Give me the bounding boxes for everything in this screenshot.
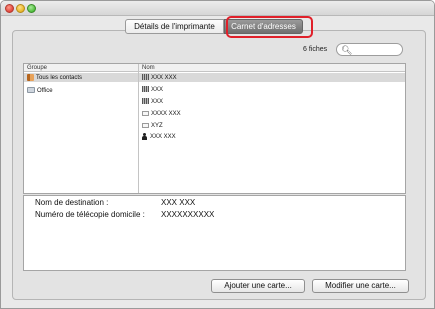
- home-fax-label: Numéro de télécopie domicile :: [35, 210, 145, 219]
- tab-highlight-frame: [226, 16, 313, 38]
- group-folder-icon: [27, 87, 35, 94]
- contact-name: XXX: [151, 99, 164, 105]
- address-book-icon: [27, 73, 34, 81]
- contact-name: XXX XXX: [151, 75, 177, 81]
- contact-name: XXX: [151, 87, 164, 93]
- search-field[interactable]: 🔍︎: [336, 43, 403, 56]
- contact-item[interactable]: XXXX XXX: [142, 109, 181, 119]
- group-item-office[interactable]: Office: [27, 86, 53, 96]
- contact-item[interactable]: XXX: [142, 85, 163, 95]
- card-icon: [142, 122, 149, 128]
- contacts-list: Groupe Nom Tous les contacts Office XXX …: [23, 63, 406, 194]
- contact-name: XXX XXX: [150, 134, 176, 140]
- contact-details-pane: Nom de destination : XXX XXX Numéro de t…: [23, 195, 406, 271]
- record-count: 6 fiches: [303, 46, 328, 53]
- destination-name-label: Nom de destination :: [35, 198, 109, 207]
- address-book-window: Détails de l'imprimante Carnet d'adresse…: [0, 0, 435, 309]
- company-icon: [142, 98, 149, 105]
- person-icon: [142, 132, 148, 140]
- column-divider[interactable]: [138, 64, 139, 193]
- contact-item[interactable]: XXX: [142, 97, 163, 107]
- contact-item[interactable]: XXX XXX: [142, 132, 176, 142]
- company-icon: [142, 74, 149, 81]
- contact-name: XXXX XXX: [151, 111, 181, 117]
- contact-selection-highlight: [139, 73, 405, 82]
- search-icon: 🔍︎: [341, 45, 353, 55]
- contact-item[interactable]: XXX XXX: [142, 73, 177, 83]
- tab-printer-details[interactable]: Détails de l'imprimante: [125, 19, 224, 34]
- add-card-button[interactable]: Ajouter une carte...: [211, 279, 305, 293]
- zoom-window-button[interactable]: [27, 4, 36, 13]
- contact-name: XYZ: [151, 123, 163, 129]
- close-window-button[interactable]: [5, 4, 14, 13]
- column-header-group[interactable]: Groupe: [24, 64, 138, 72]
- group-item-all-contacts[interactable]: Tous les contacts: [27, 73, 82, 83]
- company-icon: [142, 86, 149, 93]
- group-label: Office: [37, 88, 53, 94]
- minimize-window-button[interactable]: [16, 4, 25, 13]
- column-header-name[interactable]: Nom: [139, 64, 405, 72]
- contact-item[interactable]: XYZ: [142, 121, 163, 131]
- destination-name-value: XXX XXX: [161, 198, 196, 207]
- group-label: Tous les contacts: [36, 75, 83, 81]
- edit-card-button[interactable]: Modifier une carte...: [312, 279, 409, 293]
- title-bar: [1, 1, 434, 16]
- card-icon: [142, 110, 149, 116]
- home-fax-value: XXXXXXXXXX: [161, 210, 215, 219]
